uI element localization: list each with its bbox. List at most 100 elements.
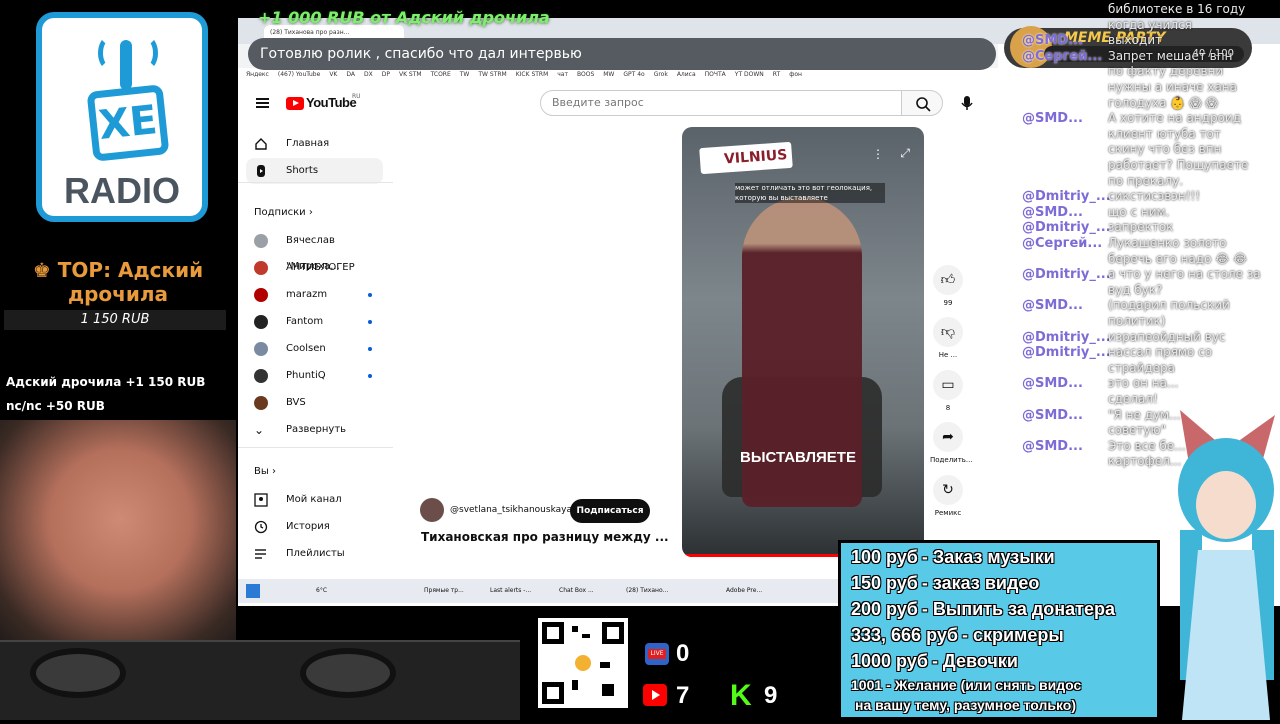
chat-username[interactable]: @SMD... — [1022, 298, 1083, 313]
youtube-logo-text[interactable]: YouTube — [306, 95, 357, 110]
chat-username[interactable]: @Dmitriy_... — [1022, 189, 1111, 204]
sidebar-item-subscription[interactable]: Fantom — [238, 309, 383, 335]
taskbar-item[interactable]: Adobe Pre... — [710, 584, 762, 598]
taskbar-item[interactable]: (28) Тихано... — [610, 584, 668, 598]
bookmark-item[interactable]: ПОЧТА — [705, 68, 726, 82]
taskbar-item[interactable]: Last alerts -... — [476, 584, 531, 598]
you-heading[interactable]: Вы › — [254, 466, 276, 477]
bookmark-item[interactable]: TW STRM — [478, 68, 506, 82]
chat-message: по факту деревни — [1108, 64, 1224, 79]
bookmark-item[interactable]: DX — [364, 68, 373, 82]
chat-username[interactable]: @SMD... — [1022, 205, 1083, 220]
video-subtitle: может отличать это вот геолокация, котор… — [735, 183, 885, 203]
playlist-icon — [255, 549, 266, 559]
chat-username[interactable]: @SMD... — [1022, 111, 1083, 126]
bookmark-item[interactable]: фон — [789, 68, 802, 82]
bookmark-item[interactable]: BOOS — [577, 68, 594, 82]
dj-controller — [0, 640, 520, 720]
hamburger-menu-icon[interactable] — [256, 98, 269, 108]
chat-username[interactable]: @Dmitriy_... — [1022, 220, 1111, 235]
bookmark-item[interactable]: (467) YouTube — [278, 68, 320, 82]
taskbar-weather[interactable]: 6°C — [316, 584, 327, 598]
sidebar-item-subscription[interactable]: АНТИБЛОГЕР — [238, 255, 383, 281]
donation-price-list: 100 руб - Заказ музыки 150 руб - заказ виде… — [838, 540, 1160, 720]
avatar[interactable] — [420, 498, 444, 522]
sidebar-item-shorts[interactable]: Shorts — [246, 158, 383, 184]
search-icon — [916, 97, 931, 112]
more-options-icon[interactable]: ⋮ — [872, 147, 884, 161]
sidebar-item-subscription[interactable]: marazm — [238, 282, 383, 308]
donation-alert: +1 000 RUB от Адский дрочила — [258, 8, 550, 27]
bookmark-item[interactable]: TW — [460, 68, 470, 82]
bookmark-item[interactable]: TCORE — [431, 68, 451, 82]
share-button[interactable]: ➦ Поделить... — [930, 422, 973, 464]
chat-message: библиотеке в 16 году — [1108, 2, 1246, 16]
chevron-right-icon: › — [271, 466, 276, 477]
subscriptions-heading[interactable]: Подписки › — [254, 207, 313, 218]
search-input[interactable]: Введите запрос — [540, 90, 902, 116]
bookmark-item[interactable]: чат — [557, 68, 568, 82]
sidebar-item-playlists[interactable]: Плейлисты — [238, 541, 383, 567]
chat-message: изpапеойдный вус — [1108, 329, 1226, 344]
like-button[interactable]: 👍︎ 99 — [930, 265, 966, 307]
taskbar-item[interactable]: Прямые тр... — [410, 584, 464, 598]
bookmark-item[interactable]: Grok — [654, 68, 668, 82]
chat-username[interactable]: @Dmitriy_... — [1022, 267, 1111, 282]
sidebar-item-subscription[interactable]: Coolsen — [238, 336, 383, 362]
chat-username[interactable]: @SMD... — [1022, 439, 1083, 454]
remix-button[interactable]: ↻ Ремикс — [930, 475, 966, 517]
chat-username[interactable]: @Dmitriy_... — [1022, 330, 1111, 345]
sidebar-expand[interactable]: ⌄ Развернуть — [238, 417, 383, 443]
bookmark-item[interactable]: RT — [773, 68, 780, 82]
top-donor-amount: 1 150 RUB — [4, 310, 226, 330]
chat-username[interactable]: @SMD... — [1022, 408, 1083, 423]
voice-search-button[interactable] — [954, 90, 980, 116]
chat-message: Запрет мешает впн — [1108, 48, 1233, 63]
sidebar-item-label: Развернуть — [286, 424, 347, 435]
windows-start-icon[interactable] — [246, 584, 260, 598]
sidebar-item-subscription[interactable]: BVS — [238, 390, 383, 416]
chat-username[interactable]: @Сергей... — [1022, 49, 1102, 64]
comments-button[interactable]: ▭ 8 — [930, 370, 966, 412]
price-label: - Желание (или снять видос — [886, 677, 1082, 693]
video-title[interactable]: Тихановская про разницу между ... — [421, 530, 669, 544]
bookmark-item[interactable]: Алиса — [677, 68, 696, 82]
sidebar-item-my-channel[interactable]: Мой канал — [238, 487, 383, 513]
avatar — [254, 396, 268, 410]
antenna-icon — [120, 40, 132, 90]
chat-message: сделал! — [1108, 392, 1158, 406]
comment-count: 8 — [945, 404, 951, 412]
bookmark-item[interactable]: VK STM — [399, 68, 422, 82]
sidebar-item-home[interactable]: Главная — [238, 131, 383, 157]
bookmark-item[interactable]: Яндекс — [246, 68, 269, 82]
youtube-logo-icon[interactable] — [286, 97, 304, 110]
fullscreen-icon[interactable]: ⤢ — [900, 146, 910, 161]
chat-message: голодуха 👶 😱 😱 — [1108, 95, 1218, 110]
chat-message: вуд бук? — [1108, 282, 1163, 297]
dislike-button[interactable]: 👎︎ Не ... — [930, 317, 966, 359]
channel-name[interactable]: @svetlana_tsikhanouskaya — [450, 505, 572, 515]
taskbar-item[interactable]: Chat Box ... — [543, 584, 594, 598]
top-donor: ♚ TOP: Адский дрочила — [32, 258, 204, 306]
bookmark-item[interactable]: VK — [329, 68, 337, 82]
price-row: 1000 руб - Девочки — [851, 651, 1018, 672]
chevron-right-icon: › — [308, 207, 313, 218]
sidebar-divider — [238, 182, 393, 183]
chat-username[interactable]: @Сергей... — [1022, 236, 1102, 251]
bookmark-item[interactable]: MW — [603, 68, 614, 82]
sidebar-item-subscription[interactable]: Вячеслав "Мироха... — [238, 228, 383, 272]
bookmark-item[interactable]: GPT 4o — [623, 68, 644, 82]
bookmark-item[interactable]: YT DOWN — [735, 68, 764, 82]
avatar — [254, 261, 268, 275]
bookmark-item[interactable]: KICK STRM — [516, 68, 549, 82]
subscribe-button[interactable]: Подписаться — [570, 499, 650, 523]
bookmark-item[interactable]: DA — [346, 68, 355, 82]
sidebar-item-subscription[interactable]: PhuntiQ — [238, 363, 383, 389]
chat-username[interactable]: @SMD... — [1022, 376, 1083, 391]
search-button[interactable] — [901, 90, 943, 116]
chat-username[interactable]: @SMD... — [1022, 33, 1083, 48]
you-title: Вы — [254, 466, 269, 477]
chat-username[interactable]: @Dmitriy_... — [1022, 345, 1111, 360]
sidebar-item-history[interactable]: История — [238, 514, 383, 540]
bookmark-item[interactable]: DP — [382, 68, 390, 82]
